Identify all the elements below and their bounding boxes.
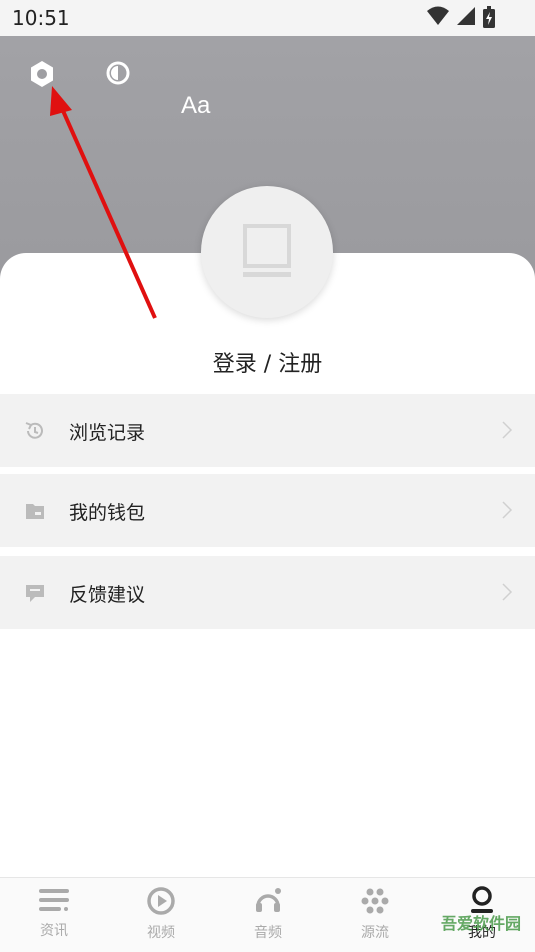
signal-icon	[457, 7, 475, 25]
menu-item-history[interactable]: 浏览记录	[0, 394, 535, 467]
source-icon	[361, 888, 389, 914]
login-register-link[interactable]: 登录 / 注册	[0, 346, 535, 378]
font-size-button[interactable]: Aa	[181, 92, 210, 120]
chevron-right-icon	[501, 500, 513, 524]
video-icon	[147, 887, 175, 915]
tab-audio[interactable]: 音频	[238, 886, 298, 942]
status-icons	[427, 6, 495, 28]
wifi-icon	[427, 6, 449, 25]
news-icon	[39, 889, 69, 911]
chevron-right-icon	[501, 420, 513, 444]
menu-item-wallet[interactable]: 我的钱包	[0, 474, 535, 547]
contrast-icon[interactable]	[105, 60, 131, 86]
tab-news[interactable]: 资讯	[24, 886, 84, 940]
tab-source[interactable]: 源流	[345, 886, 405, 942]
status-bar: 10:51	[0, 0, 535, 36]
menu-item-label: 反馈建议	[69, 584, 146, 606]
history-icon	[24, 420, 46, 446]
gear-icon[interactable]	[28, 60, 56, 88]
tab-label: 视频	[147, 925, 175, 941]
status-time: 10:51	[12, 6, 70, 30]
menu-item-label: 我的钱包	[69, 502, 146, 524]
menu-item-label: 浏览记录	[69, 422, 146, 444]
wallet-icon	[24, 500, 46, 526]
battery-icon	[483, 6, 495, 28]
feedback-icon	[24, 582, 46, 608]
menu-item-feedback[interactable]: 反馈建议	[0, 556, 535, 629]
audio-icon	[256, 888, 281, 912]
placeholder-avatar-icon	[243, 224, 291, 277]
tab-label: 资讯	[40, 923, 68, 939]
tab-video[interactable]: 视频	[131, 886, 191, 942]
tab-label: 音频	[254, 925, 282, 941]
chevron-right-icon	[501, 582, 513, 606]
watermark: 吾爱软件园	[441, 914, 522, 933]
tab-label: 源流	[361, 925, 389, 941]
avatar[interactable]	[201, 186, 333, 318]
